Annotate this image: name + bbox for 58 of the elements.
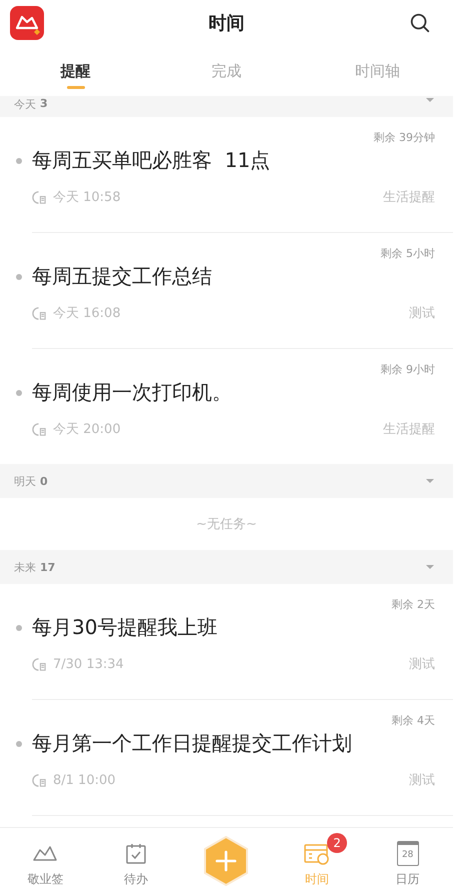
tab[interactable]: 提醒: [0, 54, 151, 88]
caret-icon[interactable]: [425, 478, 435, 484]
repeat-icon: [32, 190, 47, 204]
remaining-time: 剩余 9小时: [380, 362, 435, 377]
group-label: 今天: [14, 97, 36, 112]
group-header[interactable]: 未来 17: [0, 550, 453, 584]
category-label: 测试: [409, 305, 435, 322]
reminder-title[interactable]: 每周使用一次打印机。: [32, 379, 232, 406]
reminder-time: 今天 20:00: [53, 421, 121, 438]
reminder-title[interactable]: 每周五提交工作总结: [32, 263, 212, 290]
caret-icon[interactable]: [425, 564, 435, 570]
group-header[interactable]: 明天 0: [0, 464, 453, 498]
bullet-dot-icon: [16, 158, 22, 164]
reminder-time: 7/30 13:34: [53, 656, 124, 672]
search-icon[interactable]: [409, 12, 431, 34]
reminder-time: 今天 16:08: [53, 305, 121, 322]
nav-tab[interactable]: 2 时间: [272, 830, 362, 892]
group-count: 0: [40, 474, 48, 488]
nav-tab[interactable]: 敬业签: [0, 830, 91, 892]
bullet-dot-icon: [16, 274, 22, 280]
group-label: 未来: [14, 560, 36, 574]
nav-tab[interactable]: 待办: [90, 830, 182, 892]
add-button[interactable]: [203, 836, 250, 886]
caret-icon[interactable]: [425, 97, 435, 103]
category-label: 生活提醒: [383, 421, 435, 438]
page-title: 时间: [208, 12, 244, 35]
calendar-icon: 28: [396, 841, 419, 866]
group-count: 3: [40, 97, 48, 110]
remaining-time: 剩余 2天: [390, 597, 435, 612]
app-logo-icon[interactable]: [10, 6, 44, 40]
category-label: 测试: [409, 656, 435, 673]
checklist-calendar-icon: [124, 842, 148, 866]
group-count: 17: [40, 560, 56, 574]
reminder-title[interactable]: 每月第一个工作日提醒提交工作计划: [32, 730, 352, 757]
bullet-dot-icon: [16, 390, 22, 396]
calendar-clock-icon: [303, 842, 332, 866]
empty-message: ~无任务~: [195, 516, 258, 534]
reminder-time: 8/1 10:00: [53, 772, 116, 788]
remaining-time: 剩余 5小时: [380, 246, 435, 261]
remaining-time: 剩余 39分钟: [372, 130, 435, 145]
group-label: 明天: [14, 474, 36, 488]
reminder-title[interactable]: 每月30号提醒我上班: [32, 614, 218, 641]
notification-badge: 2: [327, 832, 348, 852]
reminder-time: 今天 10:58: [53, 189, 121, 206]
repeat-icon: [32, 656, 47, 672]
remaining-time: 剩余 4天: [390, 713, 435, 728]
bullet-dot-icon: [16, 624, 22, 630]
group-header[interactable]: 今天 3: [0, 96, 453, 117]
category-label: 生活提醒: [383, 189, 435, 206]
tab[interactable]: 时间轴: [302, 54, 453, 88]
category-label: 测试: [409, 772, 435, 789]
repeat-icon: [32, 422, 47, 436]
tab[interactable]: 完成: [151, 54, 302, 88]
repeat-icon: [32, 772, 47, 788]
nav-tab[interactable]: 28 日历: [362, 830, 453, 892]
bullet-dot-icon: [16, 740, 22, 746]
repeat-icon: [32, 306, 47, 320]
reminder-title[interactable]: 每周五买单吧必胜客 11点: [32, 147, 270, 174]
